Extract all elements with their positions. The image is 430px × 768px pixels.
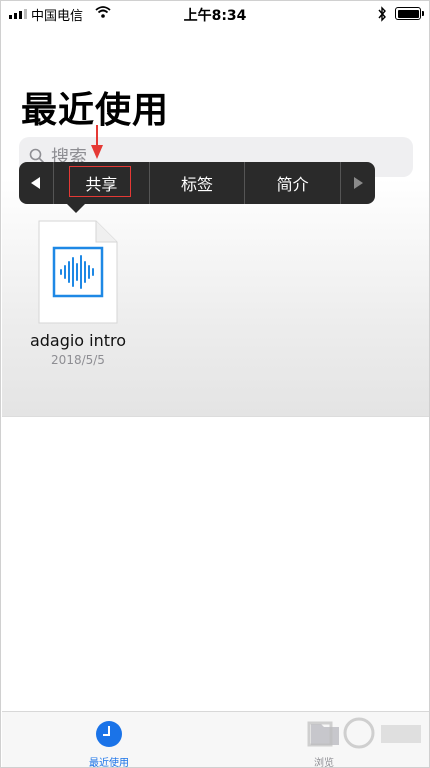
tab-recents-label: 最近使用 — [89, 758, 129, 768]
battery-icon — [395, 7, 424, 20]
watermark-logo-icon — [307, 717, 421, 749]
menu-next-button[interactable] — [341, 162, 375, 204]
annotation-arrow-icon — [91, 125, 103, 159]
app-screen: 中国电信 上午8:34 最近使用 共享 标签 简介 — [0, 0, 430, 768]
status-bar: 中国电信 上午8:34 — [1, 1, 429, 27]
chevron-left-icon — [31, 177, 40, 189]
clock-icon — [96, 721, 122, 747]
menu-previous-button[interactable] — [19, 162, 53, 204]
status-time: 上午8:34 — [183, 8, 247, 24]
tab-browse-label: 浏览 — [314, 758, 334, 768]
menu-item-tags[interactable]: 标签 — [148, 162, 245, 204]
menu-item-info[interactable]: 简介 — [244, 162, 342, 204]
tab-recents[interactable]: 最近使用 — [49, 712, 169, 768]
annotation-highlight-box — [69, 166, 131, 197]
file-name[interactable]: adagio intro — [1, 331, 155, 350]
chevron-right-icon — [354, 177, 364, 189]
audio-file-icon[interactable] — [38, 220, 118, 324]
context-menu-pointer — [67, 204, 85, 213]
file-date: 2018/5/5 — [51, 353, 105, 367]
bluetooth-icon — [378, 6, 386, 22]
